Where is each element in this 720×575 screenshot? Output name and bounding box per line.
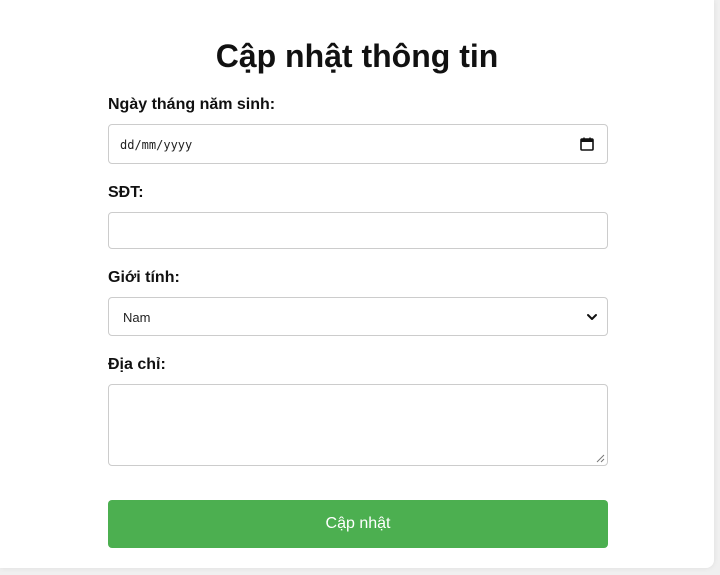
phone-input[interactable]: [108, 212, 608, 249]
birthdate-label: Ngày tháng năm sinh:: [108, 96, 276, 113]
page-title: Cập nhật thông tin: [215, 38, 499, 74]
birthdate-input[interactable]: dd/mm/yyyy: [108, 124, 608, 164]
calendar-icon[interactable]: [580, 137, 594, 151]
chevron-down-icon: [587, 314, 597, 320]
gender-select[interactable]: Nam: [108, 297, 608, 336]
address-label: Địa chỉ:: [108, 356, 166, 373]
address-textarea[interactable]: [108, 384, 608, 466]
update-button[interactable]: Cập nhật: [108, 500, 608, 548]
birthdate-placeholder: dd/mm/yyyy: [120, 138, 193, 152]
resize-handle-icon[interactable]: [596, 454, 605, 463]
update-info-card: Cập nhật thông tin Ngày tháng năm sinh: …: [0, 0, 714, 568]
gender-label: Giới tính:: [108, 269, 180, 286]
phone-label: SĐT:: [108, 184, 144, 201]
gender-selected-value: Nam: [123, 310, 151, 325]
